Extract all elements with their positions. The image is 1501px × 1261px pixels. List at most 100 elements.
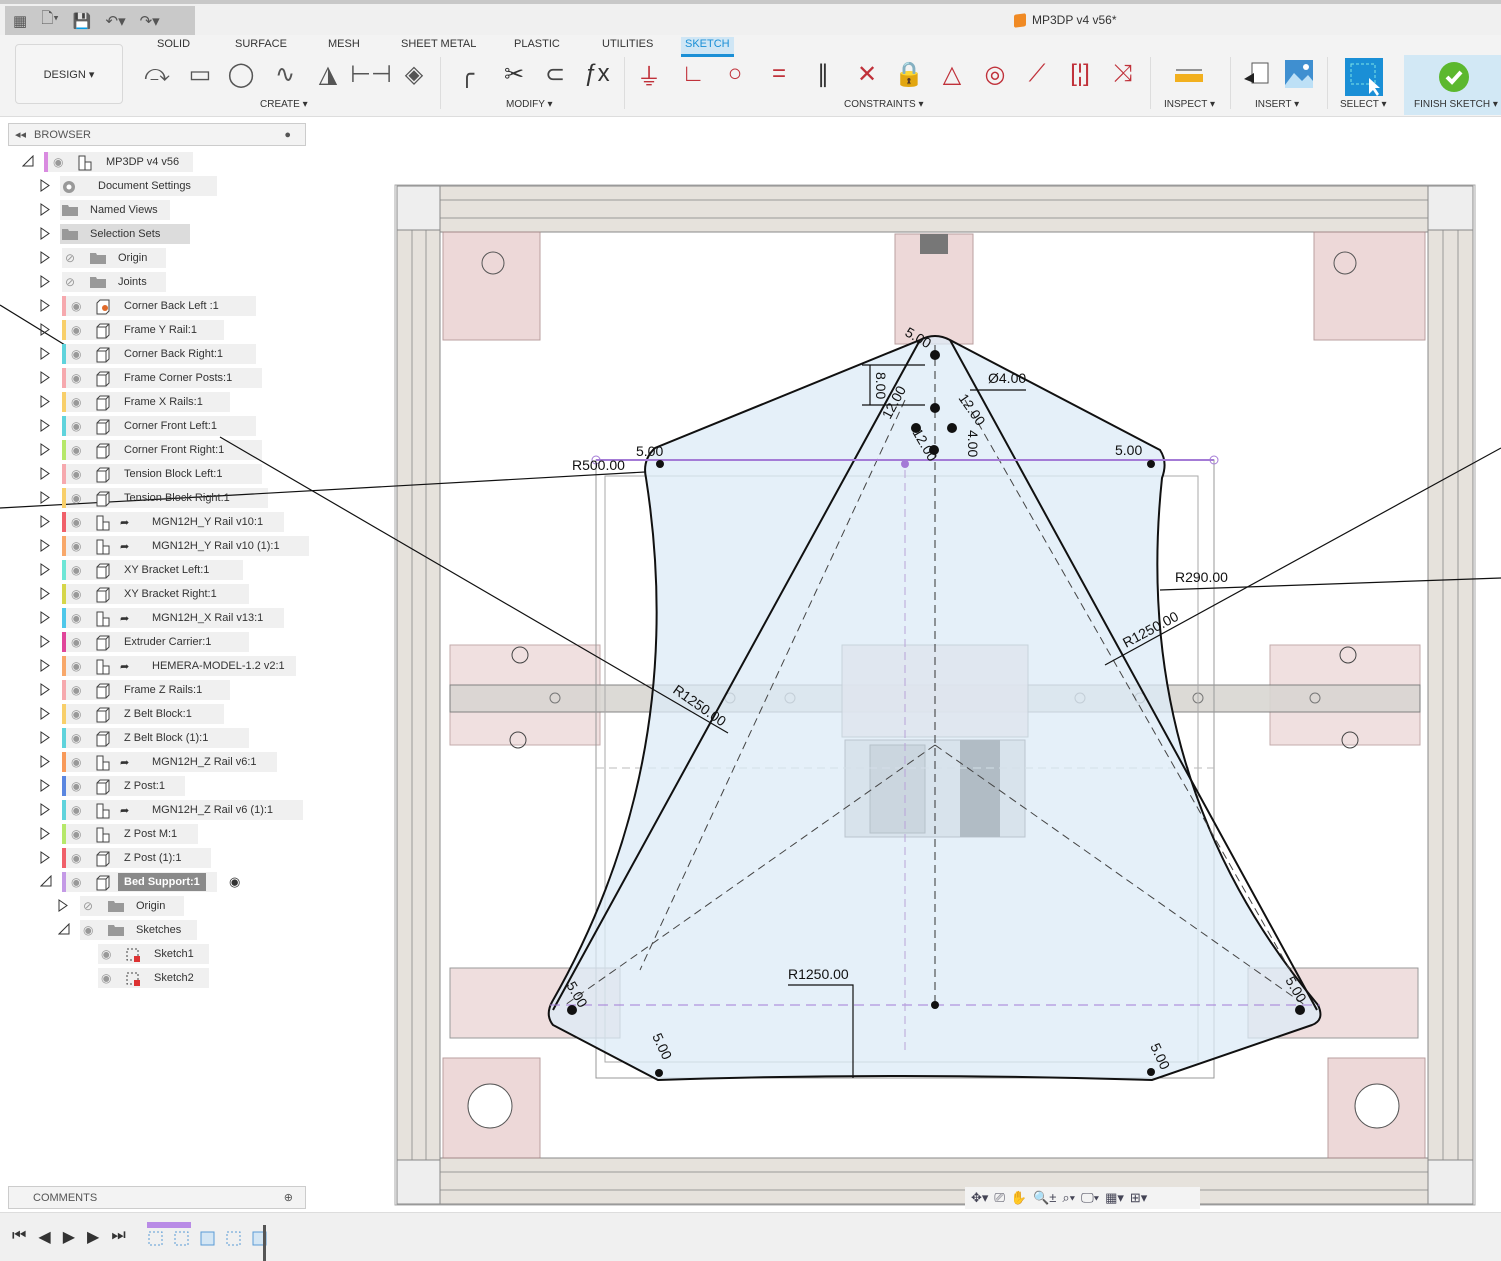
perpendicular-icon[interactable]: ✕ [850, 57, 884, 91]
dim-r1250-left[interactable]: R1250.00 [670, 681, 729, 729]
lock-icon[interactable]: 🔒 [892, 57, 926, 91]
expand-triangle-icon[interactable] [40, 539, 50, 552]
browser-item[interactable]: Document Settings [0, 176, 310, 196]
eye-icon[interactable]: ◉ [53, 155, 63, 169]
tab-utilities[interactable]: UTILITIES [598, 37, 657, 51]
browser-item[interactable]: ◉ XY Bracket Left:1 [0, 560, 310, 580]
dim-5-top[interactable]: 5.00 [903, 324, 935, 352]
expand-triangle-icon[interactable] [40, 275, 50, 288]
browser-item[interactable]: ◉ ➦ MGN12H_Z Rail v6 (1):1 [0, 800, 310, 820]
tangent-icon[interactable]: ○ [718, 57, 752, 91]
browser-item[interactable]: ◉ ➦ MGN12H_Y Rail v10 (1):1 [0, 536, 310, 556]
tab-solid[interactable]: SOLID [153, 37, 194, 51]
tab-sheet-metal[interactable]: SHEET METAL [397, 37, 480, 51]
browser-item[interactable]: ◉ Sketch1 [0, 944, 310, 964]
eye-icon[interactable]: ◉ [71, 323, 81, 337]
browser-item[interactable]: ◉ Z Post:1 [0, 776, 310, 796]
tab-mesh[interactable]: MESH [324, 37, 364, 51]
expand-triangle-icon[interactable] [58, 899, 68, 912]
line-icon[interactable]: ⤼ [140, 57, 174, 91]
eye-icon[interactable]: ◉ [71, 299, 81, 313]
midpoint-icon[interactable]: ⟋ [1020, 57, 1054, 91]
browser-item[interactable]: ◉ Z Belt Block (1):1 [0, 728, 310, 748]
eye-icon[interactable]: ◉ [71, 395, 81, 409]
expand-triangle-icon[interactable] [40, 611, 50, 624]
eye-icon[interactable]: ◉ [71, 467, 81, 481]
dim-diameter-4[interactable]: Ø4.00 [988, 370, 1026, 386]
browser-minimize-icon[interactable]: ● [284, 129, 291, 141]
dim-4[interactable]: 4.00 [965, 430, 981, 457]
dim-r290[interactable]: R290.00 [1175, 569, 1228, 585]
expand-triangle-icon[interactable] [40, 419, 50, 432]
collapse-triangle-icon[interactable] [21, 154, 34, 167]
last-icon[interactable]: ⏭ [111, 1227, 125, 1247]
triangle-mirror-icon[interactable]: ◮ [311, 57, 345, 91]
browser-panel-header[interactable]: ◂◂ BROWSER ● [8, 123, 306, 146]
save-icon[interactable]: 💾 [73, 12, 92, 30]
browser-item[interactable]: ◉ Frame Corner Posts:1 [0, 368, 310, 388]
eye-icon[interactable]: ◉ [71, 539, 81, 553]
eye-icon[interactable]: ◉ [71, 779, 81, 793]
eye-icon[interactable]: ◉ [83, 923, 93, 937]
modify-menu[interactable]: MODIFY ▾ [506, 99, 553, 110]
grid-menu-icon[interactable]: ▦ [13, 12, 27, 30]
triangle-icon[interactable]: △ [935, 57, 969, 91]
first-icon[interactable]: ⏮ [12, 1227, 26, 1247]
dim-5-corner-left[interactable]: 5.00 [563, 979, 591, 1011]
insert-derive-icon[interactable] [1240, 57, 1274, 91]
coincident-perpendicular-icon[interactable]: ∟ [676, 57, 710, 91]
fillet-feature-icon[interactable] [251, 1230, 269, 1251]
offset-icon[interactable]: ⊂ [538, 57, 572, 91]
browser-item[interactable]: ◉ MP3DP v4 v56 [0, 152, 310, 172]
fx-parameters-icon[interactable]: ƒx [580, 57, 614, 91]
expand-triangle-icon[interactable] [40, 515, 50, 528]
insert-canvas-icon[interactable] [1282, 57, 1316, 91]
fillet-icon[interactable]: ╭ [450, 57, 484, 91]
sketch-feature-icon[interactable] [173, 1230, 191, 1251]
expand-triangle-icon[interactable] [40, 659, 50, 672]
insert-menu[interactable]: INSERT ▾ [1255, 99, 1299, 110]
dim-r1250-right[interactable]: R1250.00 [1120, 608, 1181, 651]
comments-panel[interactable]: COMMENTS ⊕ [8, 1186, 306, 1209]
browser-item[interactable]: ◉ XY Bracket Right:1 [0, 584, 310, 604]
circle-icon[interactable]: ◯ [224, 57, 258, 91]
expand-triangle-icon[interactable] [40, 227, 50, 240]
expand-triangle-icon[interactable] [40, 755, 50, 768]
collapse-triangle-icon[interactable] [57, 922, 70, 935]
expand-triangle-icon[interactable] [40, 179, 50, 192]
hidden-eye-icon[interactable]: ⊘ [65, 275, 75, 289]
add-comment-icon[interactable]: ⊕ [284, 1191, 293, 1204]
next-icon[interactable]: ▶ [87, 1227, 99, 1247]
expand-triangle-icon[interactable] [40, 827, 50, 840]
trim-icon[interactable]: ✂ [497, 57, 531, 91]
spline-icon[interactable]: ∿ [268, 57, 302, 91]
eye-icon[interactable]: ◉ [71, 683, 81, 697]
browser-item[interactable]: ◉ Extruder Carrier:1 [0, 632, 310, 652]
parallel-icon[interactable]: ∥ [806, 57, 840, 91]
eye-icon[interactable]: ◉ [71, 659, 81, 673]
dim-r500[interactable]: R500.00 [572, 457, 625, 473]
browser-item[interactable]: ◉ Z Post (1):1 [0, 848, 310, 868]
eye-icon[interactable]: ◉ [71, 707, 81, 721]
curvature-icon[interactable]: ⤨ [1106, 57, 1140, 91]
extrude-feature-icon[interactable] [199, 1230, 217, 1251]
eye-icon[interactable]: ◉ [101, 947, 111, 961]
tab-surface[interactable]: SURFACE [231, 37, 291, 51]
browser-item[interactable]: ◉ Corner Back Right:1 [0, 344, 310, 364]
eye-icon[interactable]: ◉ [71, 635, 81, 649]
eye-icon[interactable]: ◉ [71, 347, 81, 361]
expand-triangle-icon[interactable] [40, 251, 50, 264]
browser-item[interactable]: ◉ ➦ MGN12H_Z Rail v6:1 [0, 752, 310, 772]
browser-item[interactable]: ◉ Frame X Rails:1 [0, 392, 310, 412]
expand-triangle-icon[interactable] [40, 803, 50, 816]
eye-icon[interactable]: ◉ [71, 443, 81, 457]
expand-triangle-icon[interactable] [40, 563, 50, 576]
dim-5-top-right[interactable]: 5.00 [1115, 442, 1142, 458]
dim-r1250-bottom[interactable]: R1250.00 [788, 966, 849, 982]
sketch-feature-icon[interactable] [147, 1230, 165, 1251]
eye-icon[interactable]: ◉ [71, 803, 81, 817]
timeline-marker[interactable] [263, 1225, 266, 1261]
expand-triangle-icon[interactable] [40, 491, 50, 504]
browser-item[interactable]: ⊘ Joints [0, 272, 310, 292]
fix-ground-icon[interactable]: ⏚ [632, 57, 666, 91]
